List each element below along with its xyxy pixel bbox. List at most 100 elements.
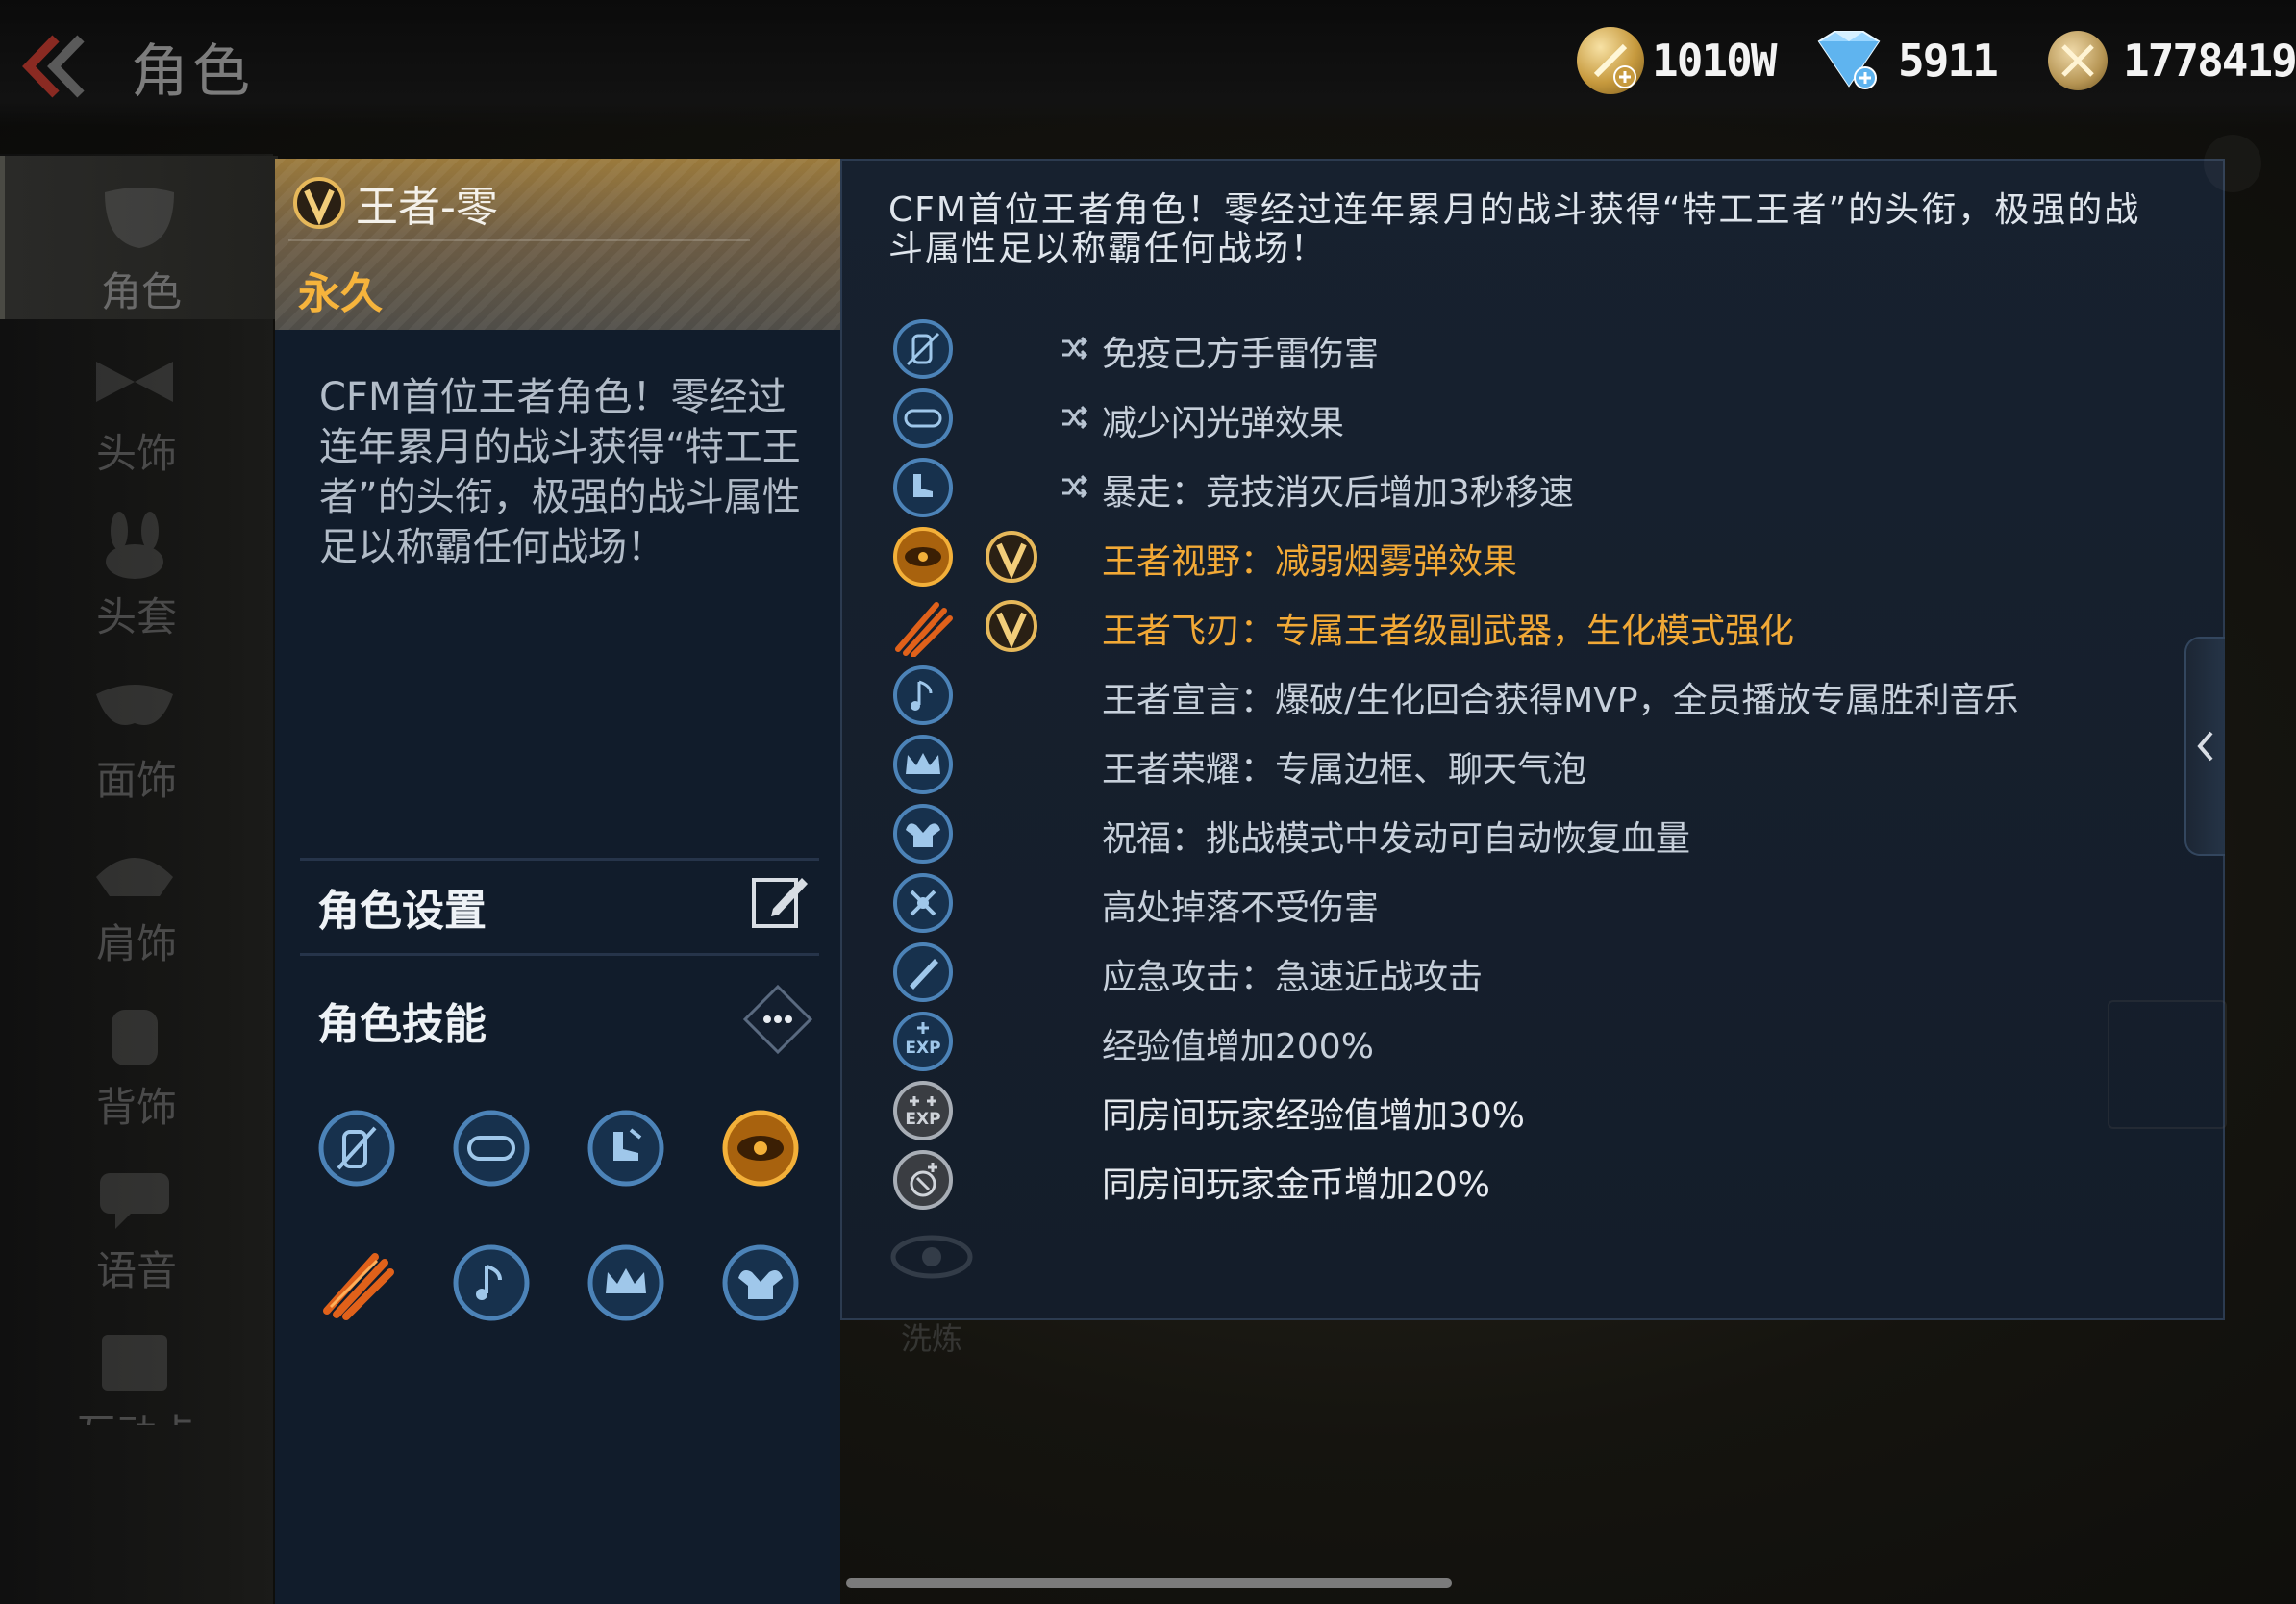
mask-icon [105,188,174,248]
bow-icon [96,362,173,402]
sidebar-item-label: 头套 [95,593,177,640]
diamond-amount: 5911 [1898,35,1999,87]
eye-vision-icon[interactable] [892,526,954,588]
character-duration: 永久 [298,269,383,318]
speech-icon [100,1173,169,1229]
fall-protection-icon[interactable] [892,872,954,934]
skill-row: 祝福：挑战模式中发动可自动恢复血量 [842,801,2217,868]
currency-diamond[interactable]: 5911 [1808,27,1999,94]
music-note-icon[interactable] [452,1243,531,1322]
skill-row: EXP 同房间玩家经验值增加30% [842,1078,2217,1145]
sidebar-item-label: 语音 [95,1247,177,1294]
room-exp-icon[interactable]: EXP [892,1080,954,1141]
sidebar-item-voice[interactable]: 语音 [0,1137,273,1300]
skills-intro: CFM首位王者角色！零经过连年累月的战斗获得“特工王者”的头衔，极强的战斗属性足… [888,190,2141,268]
exp-boost-icon[interactable]: EXP [892,1011,954,1072]
sidebar-item-label: 背饰 [95,1084,177,1131]
skill-text: 王者宣言：爆破/生化回合获得MVP，全员播放专属胜利音乐 [1102,681,2019,720]
face-mask-icon [96,685,173,725]
edit-icon [752,878,808,928]
sidebar-item-character[interactable]: 角色 [0,156,278,319]
background-frame [2108,1000,2227,1129]
king-v-badge-icon [986,600,1037,652]
skills-detail-panel: CFM首位王者角色！零经过连年累月的战斗获得“特工王者”的头衔，极强的战斗属性足… [840,159,2225,1357]
sidebar-item-headgear[interactable]: 头套 [0,483,273,646]
background-circle [2204,135,2261,192]
boot-speed-icon[interactable] [586,1109,665,1188]
music-note-icon[interactable] [892,664,954,726]
currency-gold[interactable]: 1010W [1577,27,1777,94]
horizontal-scrollbar[interactable] [846,1578,1452,1588]
skill-text: 王者飞刃：专属王者级副武器，生化模式强化 [1102,612,1795,651]
skill-text: 减少闪光弹效果 [1102,404,1345,443]
collapse-panel-tab[interactable] [2184,637,2225,856]
edit-button[interactable] [748,870,810,932]
skill-row: 高处掉落不受伤害 [842,870,2217,938]
skill-text: 王者视野：减弱烟雾弹效果 [1102,542,1518,582]
skill-row: 同房间玩家金币增加20% [842,1147,2217,1215]
sidebar-item-label: 面饰 [95,757,177,804]
sidebar-item-label: 头饰 [95,430,177,477]
eye-refine-icon [890,1235,973,1279]
sidebar-item-card[interactable]: 互动卡 [0,1300,273,1425]
skill-text: 应急攻击：急速近战攻击 [1102,958,1484,997]
more-skills-button[interactable] [742,984,813,1055]
crown-icon[interactable] [586,1243,665,1322]
character-panel: 王者-零 永久 CFM首位王者角色！零经过连年累月的战斗获得“特工王者”的头衔，… [275,159,840,1604]
crown-icon[interactable] [892,734,954,795]
shoulder-icon [96,858,173,896]
svg-text:EXP: EXP [905,1110,940,1129]
skill-text: 经验值增加200% [1102,1027,1374,1066]
character-header: 王者-零 永久 [275,159,840,330]
sidebar-item-back[interactable]: 背饰 [0,973,273,1137]
crossed-swords-medal-icon [2048,31,2108,90]
sidebar-item-face[interactable]: 面饰 [0,646,273,810]
character-settings-label[interactable]: 角色设置 [317,876,487,938]
sidebar-item-shoulder[interactable]: 肩饰 [0,810,273,973]
sidebar: 角色 头饰 头套 面饰 肩饰 背饰 语音 互动卡 [0,154,278,1604]
goggles-icon[interactable] [892,388,954,449]
gold-coin-plus-icon [1577,27,1644,94]
divider [300,953,819,956]
skill-row: EXP 经验值增加200% [842,1009,2217,1076]
skill-text: 同房间玩家金币增加20% [1102,1165,1491,1205]
skill-text: 祝福：挑战模式中发动可自动恢复血量 [1102,819,1691,859]
skill-row: 王者宣言：爆破/生化回合获得MVP，全员播放专属胜利音乐 [842,663,2217,730]
grenade-immunity-icon[interactable] [317,1109,396,1188]
currency-medal[interactable]: 1778419 [2048,27,2296,94]
shuffle-icon [1062,474,1088,499]
svg-text:EXP: EXP [905,1039,940,1058]
backpack-icon [112,1010,158,1065]
knife-attack-icon[interactable] [892,941,954,1003]
shuffle-icon [1062,336,1088,361]
medal-amount: 1778419 [2123,35,2296,87]
character-skills-label: 角色技能 [317,1000,487,1049]
skill-row: 王者视野：减弱烟雾弹效果 [842,524,2217,591]
muscle-heal-icon[interactable] [721,1243,800,1322]
shuffle-icon [1062,405,1088,430]
character-name: 王者-零 [356,183,498,232]
skill-text: 暴走：竞技消灭后增加3秒移速 [1102,473,1574,513]
king-v-badge-icon [986,531,1037,583]
goggles-icon[interactable] [452,1109,531,1188]
card-icon [102,1335,167,1391]
refine-ghost-button: 洗炼 [879,1218,985,1357]
sidebar-item-headwear[interactable]: 头饰 [0,319,273,483]
eye-vision-icon[interactable] [721,1109,800,1188]
skill-row: 免疫己方手雷伤害 [842,316,2217,384]
back-button[interactable] [13,33,90,100]
double-chevron-left-icon [22,35,85,98]
muscle-heal-icon[interactable] [892,803,954,865]
skill-text: 王者荣耀：专属边框、聊天气泡 [1102,750,1587,789]
bunny-ears-icon [106,512,163,579]
flying-blade-icon[interactable] [892,595,954,657]
divider [300,858,819,861]
room-coin-icon[interactable] [892,1149,954,1211]
sidebar-item-label: 互动卡 [0,1402,273,1425]
flying-blade-icon[interactable] [317,1243,396,1322]
skill-row: 暴走：竞技消灭后增加3秒移速 [842,455,2217,522]
skill-row: 应急攻击：急速近战攻击 [842,940,2217,1007]
gold-amount: 1010W [1652,35,1777,87]
grenade-immunity-icon[interactable] [892,318,954,380]
boot-speed-icon[interactable] [892,457,954,518]
